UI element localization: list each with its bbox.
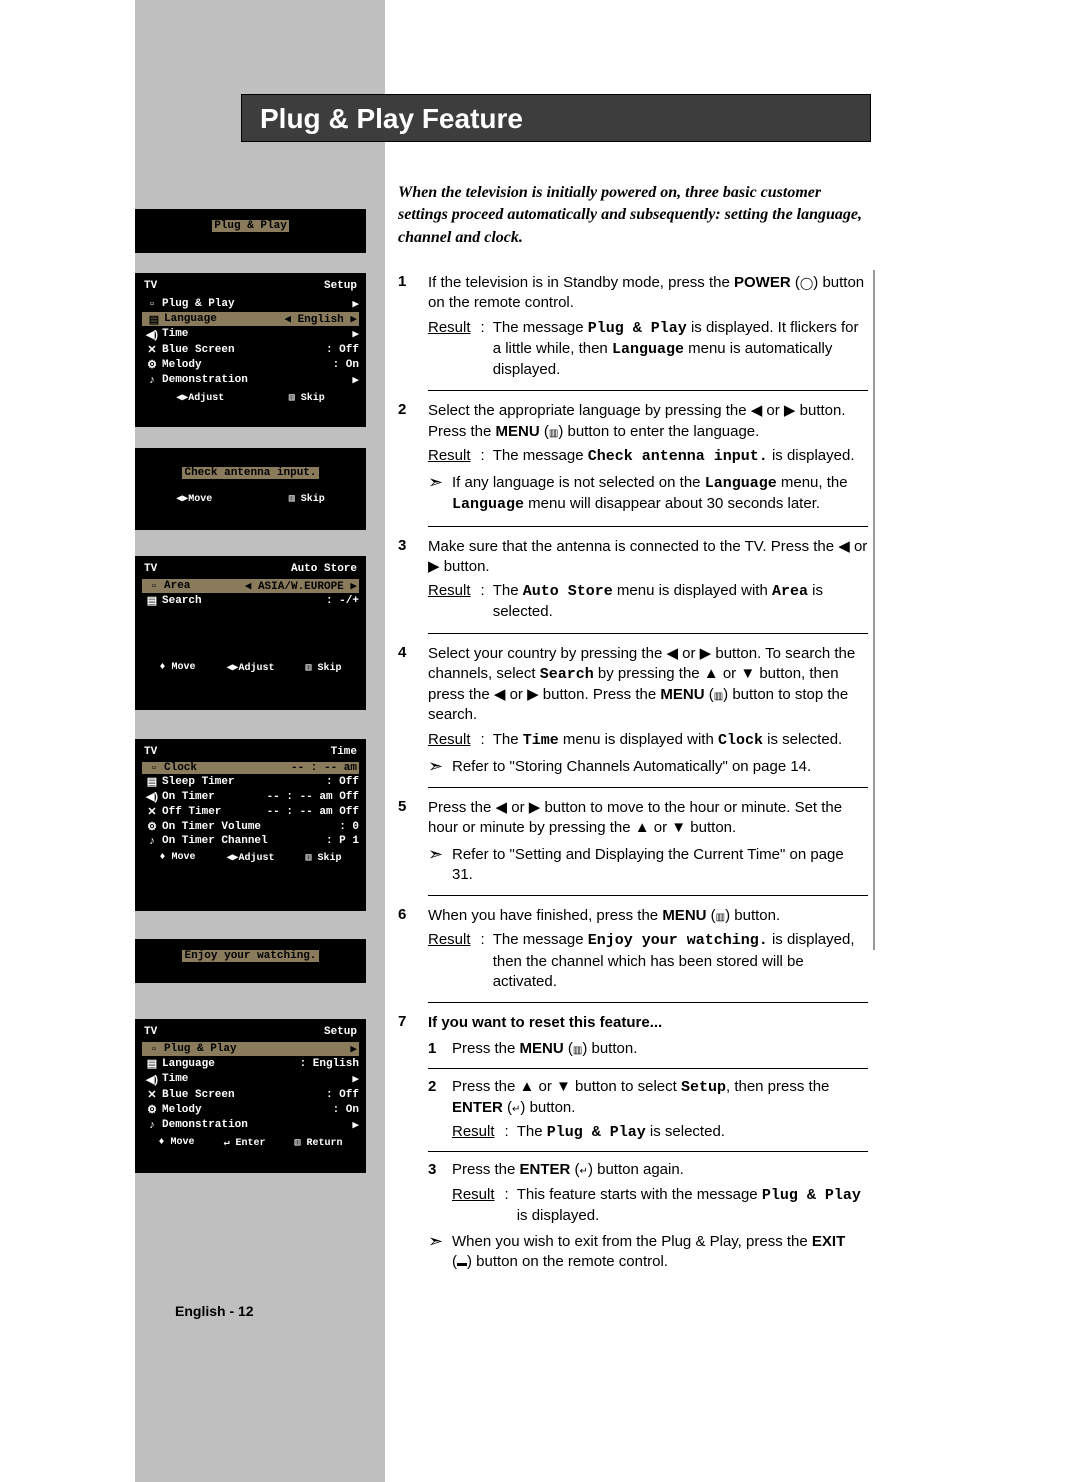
osd-menu-item: ◀)Time▶ [142, 326, 359, 342]
menu-icon: ▥ [714, 691, 723, 702]
osd-menu-item: ♪On Timer Channel: P 1 [142, 834, 359, 848]
osd-menu-item: ✕Blue Screen: Off [142, 342, 359, 357]
osd-menu-item: ⚙On Timer Volume: 0 [142, 819, 359, 834]
osd-setup-menu: TVSetup ▫Plug & Play▶▤Language◀ English … [135, 273, 366, 427]
osd-menu-item: ▤Language◀ English ▶ [142, 312, 359, 326]
step-4: 4 Select your country by pressing the ◀ … [398, 644, 868, 778]
osd-time-menu: TVTime ▫Clock-- : -- am▤Sleep Timer: Off… [135, 739, 366, 911]
menu-icon: ▥ [549, 428, 558, 439]
osd-menu-item: ♪Demonstration▶ [142, 1117, 359, 1133]
note-icon: ➣ [428, 845, 452, 863]
step-3: 3 Make sure that the antenna is connecte… [398, 537, 868, 623]
osd-menu-item: ▤Search: -/+ [142, 593, 359, 608]
exit-icon: ▬ [457, 1258, 467, 1269]
page-number: English - 12 [175, 1303, 254, 1319]
menu-icon: ▥ [573, 1045, 582, 1056]
step-7: 7 If you want to reset this feature... 1… [398, 1013, 868, 1273]
power-icon: ◯ [800, 276, 813, 290]
osd-menu-item: ✕Blue Screen: Off [142, 1087, 359, 1102]
osd-auto-store: TVAuto Store ▫Area◀ ASIA/W.EUROPE ▶▤Sear… [135, 556, 366, 710]
note-icon: ➣ [428, 1232, 452, 1250]
note-icon: ➣ [428, 757, 452, 775]
divider [428, 390, 868, 391]
note-icon: ➣ [428, 473, 452, 491]
step-2: 2 Select the appropriate language by pre… [398, 401, 868, 515]
osd-check-antenna: Check antenna input. ◀▶Move▥ Skip [135, 448, 366, 530]
enter-icon: ↵ [512, 1104, 520, 1115]
osd-menu-item: ▫Plug & Play▶ [142, 296, 359, 312]
osd-menu-item: ⚙Melody: On [142, 1102, 359, 1117]
osd-menu-item: ♪Demonstration▶ [142, 372, 359, 388]
vertical-divider [873, 270, 875, 950]
page-title: Plug & Play Feature [260, 103, 523, 134]
manual-page: Plug & Play Feature When the television … [0, 0, 1080, 1482]
osd-menu-item: ▫Plug & Play▶ [142, 1042, 359, 1056]
title-bar: Plug & Play Feature [241, 94, 871, 142]
osd-plug-and-play: Plug & Play [135, 209, 366, 253]
step-6: 6 When you have finished, press the MENU… [398, 906, 868, 992]
intro-text: When the television is initially powered… [398, 182, 868, 249]
osd-enjoy-watching: Enjoy your watching. [135, 939, 366, 983]
osd-setup-menu-2: TVSetup ▫Plug & Play▶▤Language: English◀… [135, 1019, 366, 1173]
osd-menu-item: ⚙Melody: On [142, 357, 359, 372]
step-1: 1 If the television is in Standby mode, … [398, 273, 868, 380]
osd-menu-item: ✕Off Timer-- : -- am Off [142, 804, 359, 819]
osd-menu-item: ◀)Time▶ [142, 1071, 359, 1087]
osd-menu-item: ▤Language: English [142, 1056, 359, 1071]
step-5: 5 Press the ◀ or ▶ button to move to the… [398, 798, 868, 885]
content-area: When the television is initially powered… [398, 182, 868, 1283]
osd-menu-item: ▤Sleep Timer: Off [142, 774, 359, 789]
menu-icon: ▥ [716, 912, 725, 923]
enter-icon: ↵ [580, 1166, 588, 1177]
osd-menu-item: ▫Clock-- : -- am [142, 762, 359, 774]
osd-menu-item: ▫Area◀ ASIA/W.EUROPE ▶ [142, 579, 359, 593]
osd-menu-item: ◀)On Timer-- : -- am Off [142, 789, 359, 804]
